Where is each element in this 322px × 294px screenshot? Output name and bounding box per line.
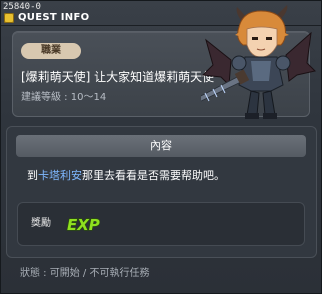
content-header: 內容 — [16, 135, 306, 157]
description-prefix: 到 — [27, 169, 38, 182]
exp-icon: EXP — [66, 215, 100, 233]
quest-status: 狀態 : 可開始 / 不可執行任務 — [20, 268, 150, 279]
recommended-level: 建議等級 : 10～14 — [21, 92, 107, 103]
quest-icon — [4, 13, 14, 23]
character-portrait — [201, 5, 316, 119]
quest-description: 到卡塔利安那里去看看是否需要帮助吧。 — [27, 168, 307, 184]
exp-icon-text: EXP — [67, 216, 100, 233]
window-title: QUEST INFO — [18, 12, 90, 23]
reward-label: 獎勵 — [31, 218, 51, 229]
job-badge: 職業 — [21, 43, 81, 59]
reward-box — [17, 202, 305, 246]
npc-link[interactable]: 卡塔利安 — [38, 169, 82, 182]
description-suffix: 那里去看看是否需要帮助吧。 — [82, 169, 225, 182]
quest-info-window: 25840-0 QUEST INFO 職業 [爆莉萌天使] 让大家知道爆莉萌天使… — [0, 0, 322, 294]
